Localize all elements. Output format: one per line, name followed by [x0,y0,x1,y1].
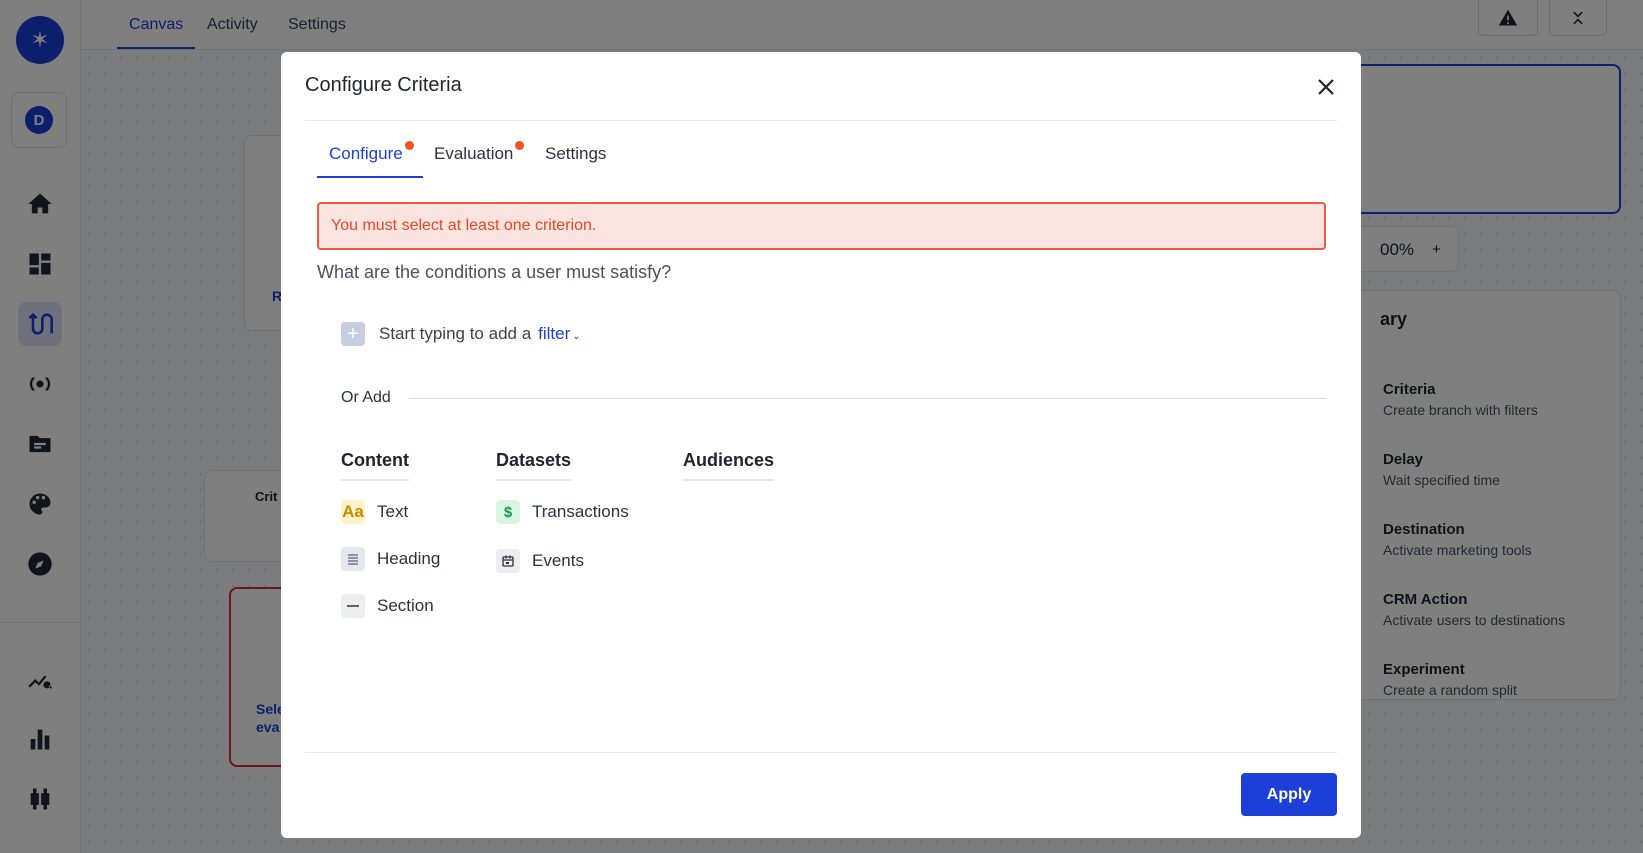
heading-icon [341,547,365,571]
tab-evaluation-alert-dot [515,141,525,150]
error-alert: You must select at least one criterion. [317,202,1326,250]
close-button[interactable] [1313,74,1339,100]
add-text-item[interactable]: Aa Text [341,500,408,524]
configure-criteria-modal: Configure Criteria Configure Evaluation … [281,52,1361,838]
tab-evaluation-label: Evaluation [434,144,514,163]
add-transactions-label: Transactions [532,502,629,521]
tab-evaluation[interactable]: Evaluation [434,141,525,164]
add-heading-item[interactable]: Heading [341,547,440,571]
section-icon [341,594,365,618]
calendar-icon [496,549,520,573]
or-add-divider [409,398,1326,399]
tab-configure-label: Configure [329,144,403,163]
add-text-label: Text [377,502,409,521]
add-filter-plus-icon[interactable]: + [341,322,365,346]
apply-button[interactable]: Apply [1241,773,1337,816]
text-icon: Aa [341,500,365,524]
header-divider [305,120,1337,121]
filter-link-label: filter [538,324,571,343]
tab-configure[interactable]: Configure [329,141,414,164]
datasets-heading: Datasets [496,450,572,481]
close-icon [1318,79,1334,95]
add-events-label: Events [532,551,584,570]
footer-divider [305,752,1337,753]
tab-configure-alert-dot [404,141,414,150]
filter-prompt: Start typing to add a [379,324,532,343]
tab-settings[interactable]: Settings [545,144,606,164]
chevron-down-icon: ⌄ [572,331,581,342]
conditions-question: What are the conditions a user must sati… [317,262,672,282]
modal-title: Configure Criteria [305,74,462,96]
filter-input-row[interactable]: + Start typing to add a filter ⌄ [341,322,581,346]
add-section-label: Section [377,596,434,615]
tab-settings-label: Settings [545,144,607,163]
dollar-icon: $ [496,500,520,524]
add-transactions-item[interactable]: $ Transactions [496,500,629,524]
active-tab-indicator [317,176,423,178]
add-section-item[interactable]: Section [341,594,434,618]
add-heading-label: Heading [377,549,441,568]
content-heading: Content [341,450,409,481]
audiences-heading: Audiences [683,450,775,481]
or-add-label: Or Add [341,389,391,406]
filter-dropdown[interactable]: filter ⌄ [538,324,581,344]
add-events-item[interactable]: Events [496,549,584,573]
